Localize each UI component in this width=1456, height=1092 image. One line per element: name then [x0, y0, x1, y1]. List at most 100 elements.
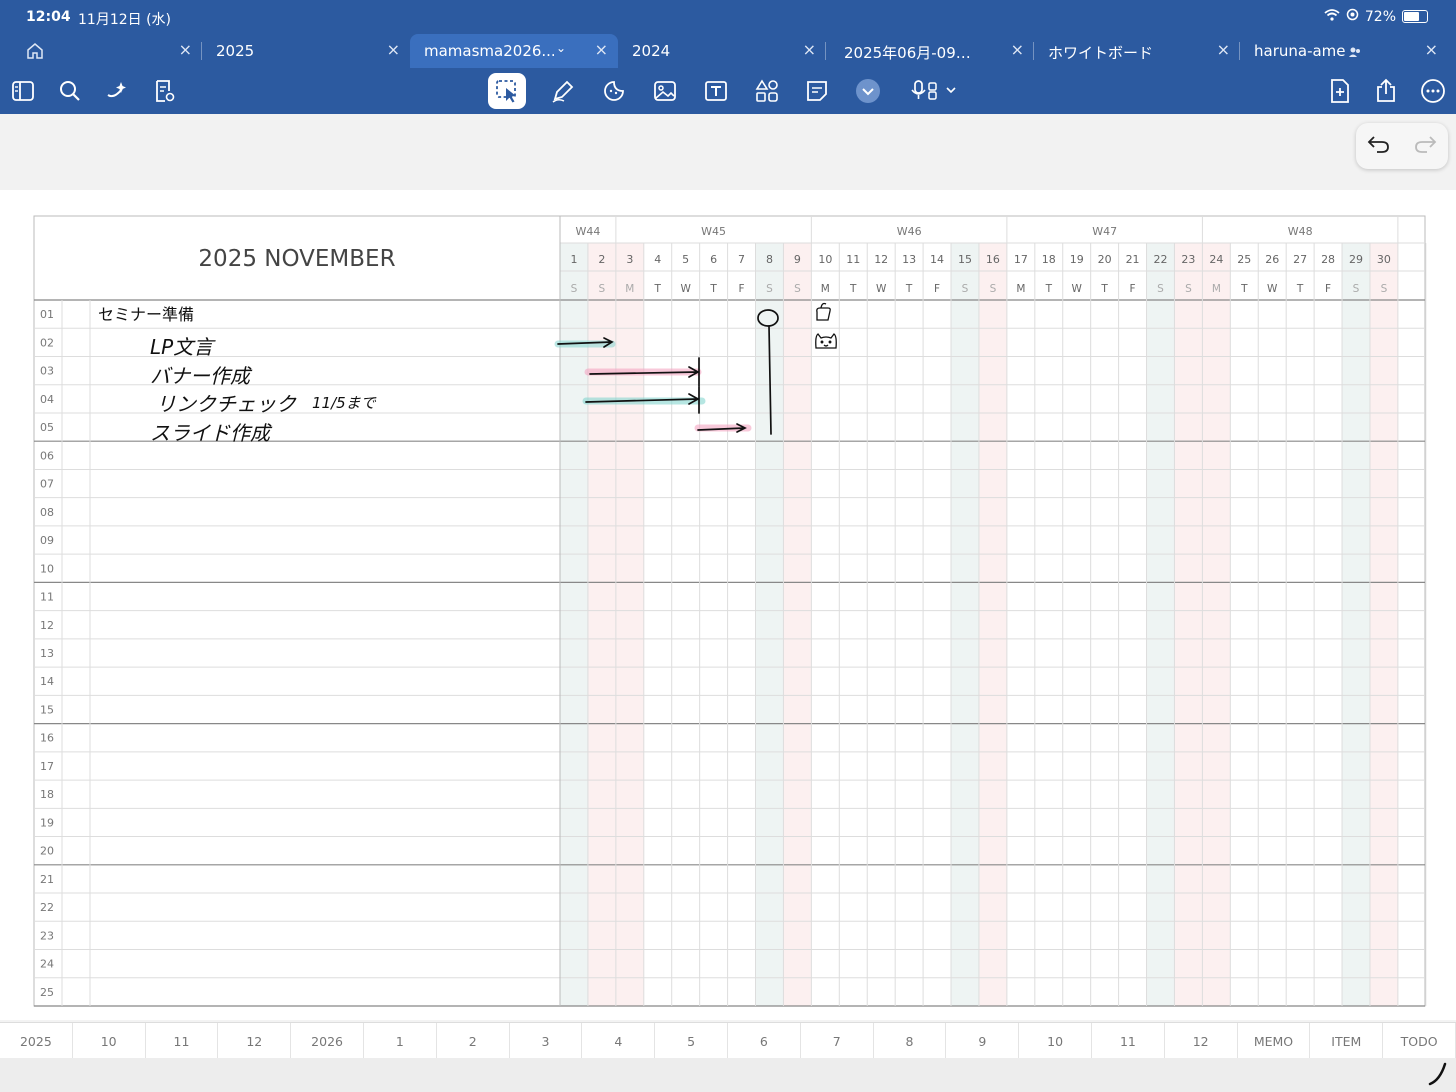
tab-2025[interactable]: 2025 × [202, 34, 410, 68]
day-number[interactable]: 25 [1237, 253, 1251, 266]
month-nav-item[interactable]: 9 [946, 1023, 1020, 1059]
weekend-column [951, 243, 979, 1006]
month-nav-item[interactable]: 2 [437, 1023, 510, 1059]
add-page-icon[interactable] [1324, 75, 1356, 107]
gantt-planner[interactable]: 2025 NOVEMBER W44 W45 W46 W47 W48 1 S 2 S 3 M 4 T 5 W 6 T… [0, 190, 1456, 1020]
row-number: 06 [40, 449, 54, 462]
week-label: W46 [897, 225, 922, 238]
focus-mode-icon [1346, 8, 1359, 25]
day-number[interactable]: 26 [1265, 253, 1279, 266]
day-number[interactable]: 30 [1377, 253, 1391, 266]
weekday-letter: T [1296, 283, 1304, 295]
planner-page[interactable]: 2025 NOVEMBER W44 W45 W46 W47 W48 1 S 2 S 3 M 4 T 5 W 6 T… [0, 190, 1456, 1020]
day-number[interactable]: 9 [794, 253, 801, 266]
tab-haruna-ame[interactable]: haruna-ame × [1240, 34, 1448, 68]
day-number[interactable]: 2 [598, 253, 605, 266]
home-icon[interactable] [26, 42, 44, 63]
day-number[interactable]: 14 [930, 253, 944, 266]
tab-label: 2025年06月-09… [844, 44, 971, 62]
weekday-letter: S [1185, 283, 1192, 295]
handwritten-slides: スライド作成 [150, 421, 273, 445]
search-icon[interactable] [54, 75, 86, 107]
month-nav-item[interactable]: 7 [801, 1023, 874, 1059]
battery-level [1404, 12, 1420, 21]
month-nav-item[interactable]: 11 [1092, 1023, 1165, 1059]
close-icon[interactable]: × [1217, 40, 1230, 59]
sidebar-icon[interactable] [7, 75, 39, 107]
month-nav-item[interactable]: 5 [655, 1023, 728, 1059]
day-number[interactable]: 11 [846, 253, 860, 266]
shapes-icon[interactable] [751, 75, 783, 107]
month-nav-item[interactable]: 10 [1019, 1023, 1092, 1059]
close-icon[interactable]: × [595, 40, 608, 59]
day-number[interactable]: 5 [682, 253, 689, 266]
day-number[interactable]: 20 [1098, 253, 1112, 266]
day-number[interactable]: 6 [710, 253, 717, 266]
text-box-icon[interactable] [700, 75, 732, 107]
month-nav-item[interactable]: 1 [364, 1023, 437, 1059]
month-nav-item[interactable]: TODO [1383, 1023, 1456, 1059]
day-number[interactable]: 18 [1042, 253, 1056, 266]
day-number[interactable]: 21 [1126, 253, 1140, 266]
sticker-icon[interactable] [598, 75, 630, 107]
pen-icon[interactable] [547, 75, 579, 107]
day-number[interactable]: 29 [1349, 253, 1363, 266]
sticky-note-icon[interactable] [801, 75, 833, 107]
month-nav-item[interactable]: 2026 [291, 1023, 364, 1059]
image-icon[interactable] [649, 75, 681, 107]
day-number[interactable]: 13 [902, 253, 916, 266]
month-nav-item[interactable]: 8 [874, 1023, 947, 1059]
document-settings-icon[interactable] [148, 75, 180, 107]
day-number[interactable]: 10 [818, 253, 832, 266]
chevron-down-icon[interactable]: ⌄ [556, 41, 566, 55]
month-nav-item[interactable]: MEMO [1238, 1023, 1311, 1059]
share-icon[interactable] [1370, 75, 1402, 107]
month-nav-item[interactable]: 12 [218, 1023, 292, 1059]
close-icon[interactable]: × [1425, 40, 1438, 59]
task-title[interactable]: セミナー準備 [98, 305, 194, 324]
more-tools-icon[interactable] [852, 75, 884, 107]
ai-sparkle-icon[interactable] [101, 75, 133, 107]
more-icon[interactable] [1417, 75, 1449, 107]
day-number[interactable]: 22 [1153, 253, 1167, 266]
close-icon[interactable]: × [179, 40, 192, 59]
month-nav-item[interactable]: 11 [146, 1023, 219, 1059]
month-nav-item[interactable]: 10 [73, 1023, 146, 1059]
day-number[interactable]: 7 [738, 253, 745, 266]
month-nav-item[interactable]: 2025 [0, 1023, 73, 1059]
month-nav-item[interactable]: 6 [728, 1023, 801, 1059]
close-icon[interactable]: × [387, 40, 400, 59]
day-number[interactable]: 8 [766, 253, 773, 266]
day-number[interactable]: 3 [626, 253, 633, 266]
tab-2024[interactable]: 2024 × [618, 34, 826, 68]
audio-record-icon[interactable] [908, 75, 962, 107]
row-number: 25 [40, 986, 54, 999]
close-icon[interactable]: × [803, 40, 816, 59]
day-number[interactable]: 19 [1070, 253, 1084, 266]
tab-whiteboard[interactable]: ホワイトボード × [1034, 34, 1240, 68]
tab-home[interactable]: × [0, 34, 202, 68]
day-number[interactable]: 17 [1014, 253, 1028, 266]
month-nav-item[interactable]: 12 [1165, 1023, 1238, 1059]
weekday-letter: S [599, 283, 606, 295]
day-number[interactable]: 28 [1321, 253, 1335, 266]
tab-2025-06-09[interactable]: 2025年06月-09… × [830, 34, 1034, 68]
month-nav-item[interactable]: 3 [510, 1023, 583, 1059]
close-icon[interactable]: × [1011, 40, 1024, 59]
undo-icon[interactable] [1367, 134, 1391, 158]
lasso-select-icon[interactable] [488, 73, 526, 109]
day-number[interactable]: 4 [654, 253, 661, 266]
day-number[interactable]: 23 [1181, 253, 1195, 266]
day-number[interactable]: 1 [570, 253, 577, 266]
day-number[interactable]: 27 [1293, 253, 1307, 266]
tab-mamasma2026[interactable]: mamasma2026... ⌄ × [410, 34, 618, 68]
redo-icon[interactable] [1413, 134, 1437, 158]
month-nav-item[interactable]: ITEM [1310, 1023, 1384, 1059]
weekday-letter: W [680, 283, 691, 295]
month-nav-item[interactable]: 4 [582, 1023, 656, 1059]
handwritten-banner: バナー作成 [150, 364, 253, 388]
day-number[interactable]: 16 [986, 253, 1000, 266]
day-number[interactable]: 24 [1209, 253, 1223, 266]
day-number[interactable]: 15 [958, 253, 972, 266]
day-number[interactable]: 12 [874, 253, 888, 266]
